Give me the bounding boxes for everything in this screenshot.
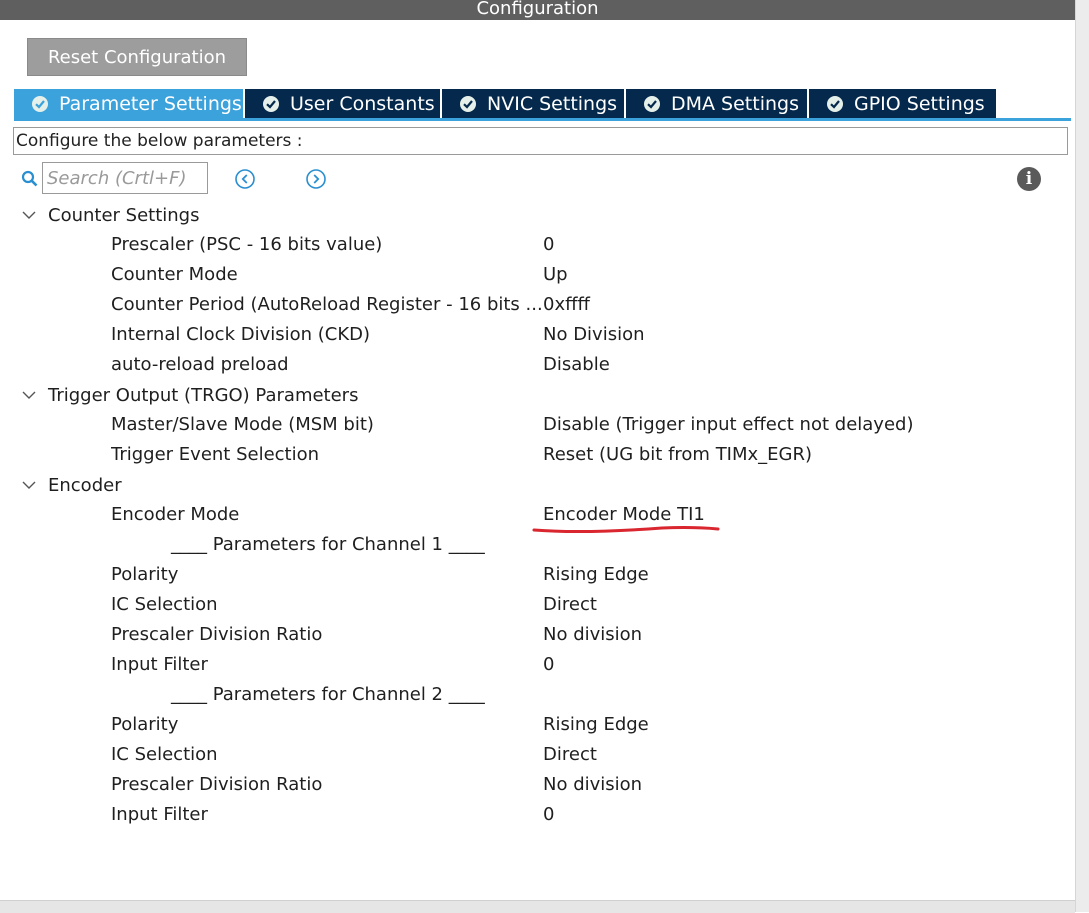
tab-label: Parameter Settings (59, 93, 242, 115)
param-label: Trigger Event Selection (111, 444, 320, 465)
check-circle-icon (460, 96, 476, 112)
chevron-right-circle-icon[interactable] (305, 168, 327, 190)
tab-label: User Constants (290, 93, 435, 115)
param-label: Input Filter (111, 804, 208, 825)
tab-parameter-settings[interactable]: Parameter Settings (14, 89, 245, 119)
group-title: Counter Settings (48, 204, 200, 226)
chevron-down-icon (22, 481, 36, 489)
param-label: Counter Mode (111, 264, 238, 285)
param-value[interactable]: No division (543, 770, 642, 800)
param-label: IC Selection (111, 594, 218, 615)
red-underline-annotation (532, 526, 720, 533)
tab-dma-settings[interactable]: DMA Settings (626, 89, 809, 119)
info-icon[interactable]: i (1017, 167, 1041, 191)
check-circle-icon (263, 96, 279, 112)
window-title: Configuration (0, 0, 1075, 20)
chevron-down-icon (22, 211, 36, 219)
check-circle-icon (827, 96, 843, 112)
param-value[interactable]: 0xffff (543, 290, 590, 320)
tab-gpio-settings[interactable]: GPIO Settings (809, 89, 998, 119)
chevron-down-icon (22, 391, 36, 399)
param-value[interactable]: Disable (543, 350, 610, 380)
param-value[interactable]: No Division (543, 320, 645, 350)
param-value[interactable]: Rising Edge (543, 560, 649, 590)
reset-configuration-button[interactable]: Reset Configuration (27, 38, 247, 76)
param-value[interactable]: Direct (543, 590, 597, 620)
chevron-left-circle-icon[interactable] (234, 168, 256, 190)
channel2-heading: ____ Parameters for Channel 2 ____ (171, 684, 485, 705)
search-icon[interactable] (21, 170, 39, 192)
param-value[interactable]: 0 (543, 800, 554, 830)
scrollbar-track[interactable] (1075, 0, 1089, 912)
param-label: auto-reload preload (111, 354, 289, 375)
param-label: Counter Period (AutoReload Register - 16… (111, 294, 541, 315)
tab-label: NVIC Settings (487, 93, 618, 115)
group-counter-settings[interactable]: Counter Settings (22, 200, 199, 230)
param-label: IC Selection (111, 744, 218, 765)
param-label: Encoder Mode (111, 504, 240, 525)
param-label: Master/Slave Mode (MSM bit) (111, 414, 374, 435)
check-circle-icon (644, 96, 660, 112)
group-title: Encoder (48, 474, 122, 496)
group-trigger-output[interactable]: Trigger Output (TRGO) Parameters (22, 380, 358, 410)
param-value[interactable]: Reset (UG bit from TIMx_EGR) (543, 440, 812, 470)
param-value[interactable]: Disable (Trigger input effect not delaye… (543, 410, 913, 440)
param-value[interactable]: Rising Edge (543, 710, 649, 740)
check-circle-icon (32, 96, 48, 112)
search-input[interactable] (42, 162, 208, 194)
param-value[interactable]: Up (543, 260, 568, 290)
bottom-edge (0, 900, 1075, 913)
tab-bar: Parameter Settings User Constants NVIC S… (14, 89, 998, 119)
param-label: Input Filter (111, 654, 208, 675)
param-label: Polarity (111, 714, 179, 735)
parameters-description: Configure the below parameters : (13, 127, 1068, 155)
tab-label: GPIO Settings (854, 93, 985, 115)
param-label: Prescaler Division Ratio (111, 774, 323, 795)
tab-label: DMA Settings (671, 93, 799, 115)
param-value[interactable]: Direct (543, 740, 597, 770)
param-label: Polarity (111, 564, 179, 585)
param-value[interactable]: No division (543, 620, 642, 650)
tab-underline (14, 118, 1071, 121)
param-label: Prescaler (PSC - 16 bits value) (111, 234, 383, 255)
group-encoder[interactable]: Encoder (22, 470, 122, 500)
tab-nvic-settings[interactable]: NVIC Settings (442, 89, 626, 119)
tab-user-constants[interactable]: User Constants (245, 89, 442, 119)
channel1-heading: ____ Parameters for Channel 1 ____ (171, 534, 485, 555)
param-label: Internal Clock Division (CKD) (111, 324, 371, 345)
param-value[interactable]: 0 (543, 230, 554, 260)
group-title: Trigger Output (TRGO) Parameters (48, 384, 359, 406)
param-value[interactable]: 0 (543, 650, 554, 680)
param-label: Prescaler Division Ratio (111, 624, 323, 645)
